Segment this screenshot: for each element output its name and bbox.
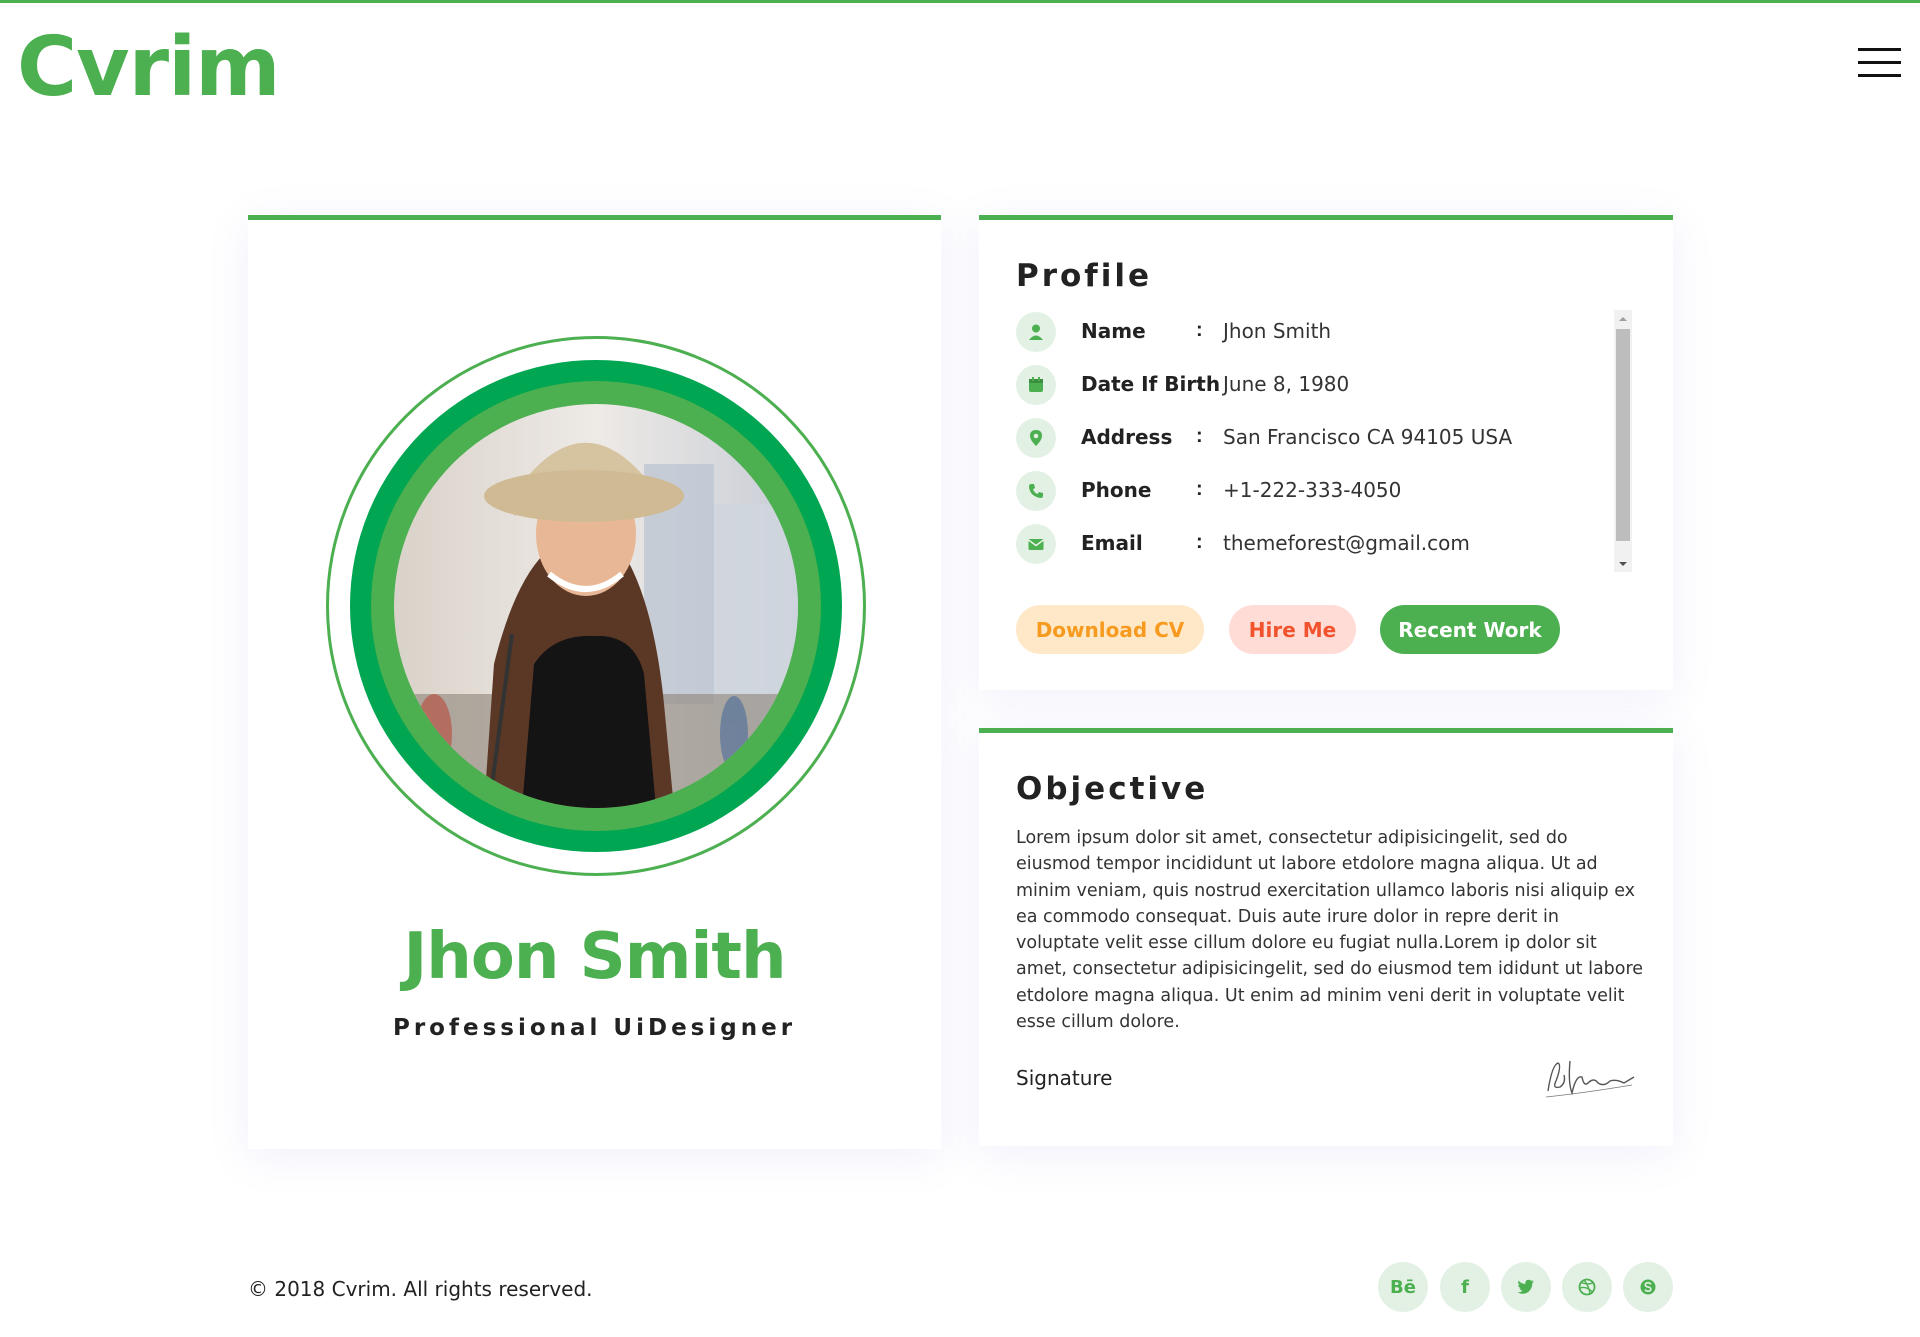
- info-separator: :: [1196, 372, 1203, 394]
- objective-card: Objective Lorem ipsum dolor sit amet, co…: [979, 728, 1673, 1146]
- info-separator: :: [1196, 319, 1203, 341]
- info-row-email: Email : themeforest@gmail.com: [1016, 524, 1596, 577]
- download-cv-button[interactable]: Download CV: [1016, 605, 1204, 654]
- menu-line: [1858, 48, 1901, 51]
- menu-line: [1858, 74, 1901, 77]
- scroll-up-arrow-icon[interactable]: [1614, 310, 1632, 327]
- info-row-phone: Phone : +1-222-333-4050: [1016, 471, 1596, 524]
- hamburger-menu-icon[interactable]: [1858, 48, 1901, 80]
- scrollbar-thumb[interactable]: [1616, 329, 1630, 541]
- signature-label: Signature: [1016, 1066, 1113, 1090]
- info-value: themeforest@gmail.com: [1223, 531, 1470, 555]
- profile-card: Profile Name : Jhon Smith Date If Birth …: [979, 215, 1673, 690]
- hire-me-button[interactable]: Hire Me: [1229, 605, 1356, 654]
- phone-icon: [1016, 471, 1056, 511]
- user-icon: [1016, 312, 1056, 352]
- menu-line: [1858, 61, 1901, 64]
- objective-text: Lorem ipsum dolor sit amet, consectetur …: [1016, 828, 1644, 1033]
- twitter-icon[interactable]: [1501, 1262, 1551, 1312]
- info-label: Address: [1081, 425, 1173, 449]
- profile-scrollbar[interactable]: [1614, 310, 1632, 572]
- info-value: June 8, 1980: [1223, 372, 1350, 396]
- info-label: Phone: [1081, 478, 1152, 502]
- info-value: +1-222-333-4050: [1223, 478, 1402, 502]
- profile-info-list: Name : Jhon Smith Date If Birth : June 8…: [1016, 312, 1596, 577]
- person-name: Jhon Smith: [403, 920, 786, 994]
- info-separator: :: [1196, 425, 1203, 447]
- info-value: San Francisco CA 94105 USA: [1223, 425, 1513, 449]
- info-value: Jhon Smith: [1223, 319, 1332, 343]
- profile-title: Profile: [1016, 258, 1153, 294]
- objective-title: Objective: [1016, 771, 1209, 807]
- behance-icon[interactable]: Bē: [1378, 1262, 1428, 1312]
- info-label: Name: [1081, 319, 1146, 343]
- site-logo[interactable]: Cvrim: [17, 18, 281, 118]
- profile-photo-card: Jhon Smith Professional UiDesigner: [248, 215, 941, 1149]
- envelope-icon: [1016, 524, 1056, 564]
- info-row-address: Address : San Francisco CA 94105 USA: [1016, 418, 1596, 471]
- info-label: Email: [1081, 531, 1143, 555]
- info-row-dob: Date If Birth : June 8, 1980: [1016, 365, 1596, 418]
- avatar: [326, 336, 866, 876]
- map-pin-icon: [1016, 418, 1056, 458]
- profile-photo: [394, 404, 798, 808]
- top-accent-bar: [0, 0, 1920, 3]
- person-role: Professional UiDesigner: [392, 1015, 797, 1041]
- skype-icon[interactable]: [1623, 1262, 1673, 1312]
- signature-image: [1545, 1060, 1635, 1098]
- info-separator: :: [1196, 478, 1203, 500]
- recent-work-button[interactable]: Recent Work: [1380, 605, 1560, 654]
- dribbble-icon[interactable]: [1562, 1262, 1612, 1312]
- facebook-icon[interactable]: f: [1440, 1262, 1490, 1312]
- calendar-icon: [1016, 365, 1056, 405]
- info-row-name: Name : Jhon Smith: [1016, 312, 1596, 365]
- info-separator: :: [1196, 531, 1203, 553]
- scroll-down-arrow-icon[interactable]: [1614, 555, 1632, 572]
- footer-copyright: © 2018 Cvrim. All rights reserved.: [248, 1277, 593, 1301]
